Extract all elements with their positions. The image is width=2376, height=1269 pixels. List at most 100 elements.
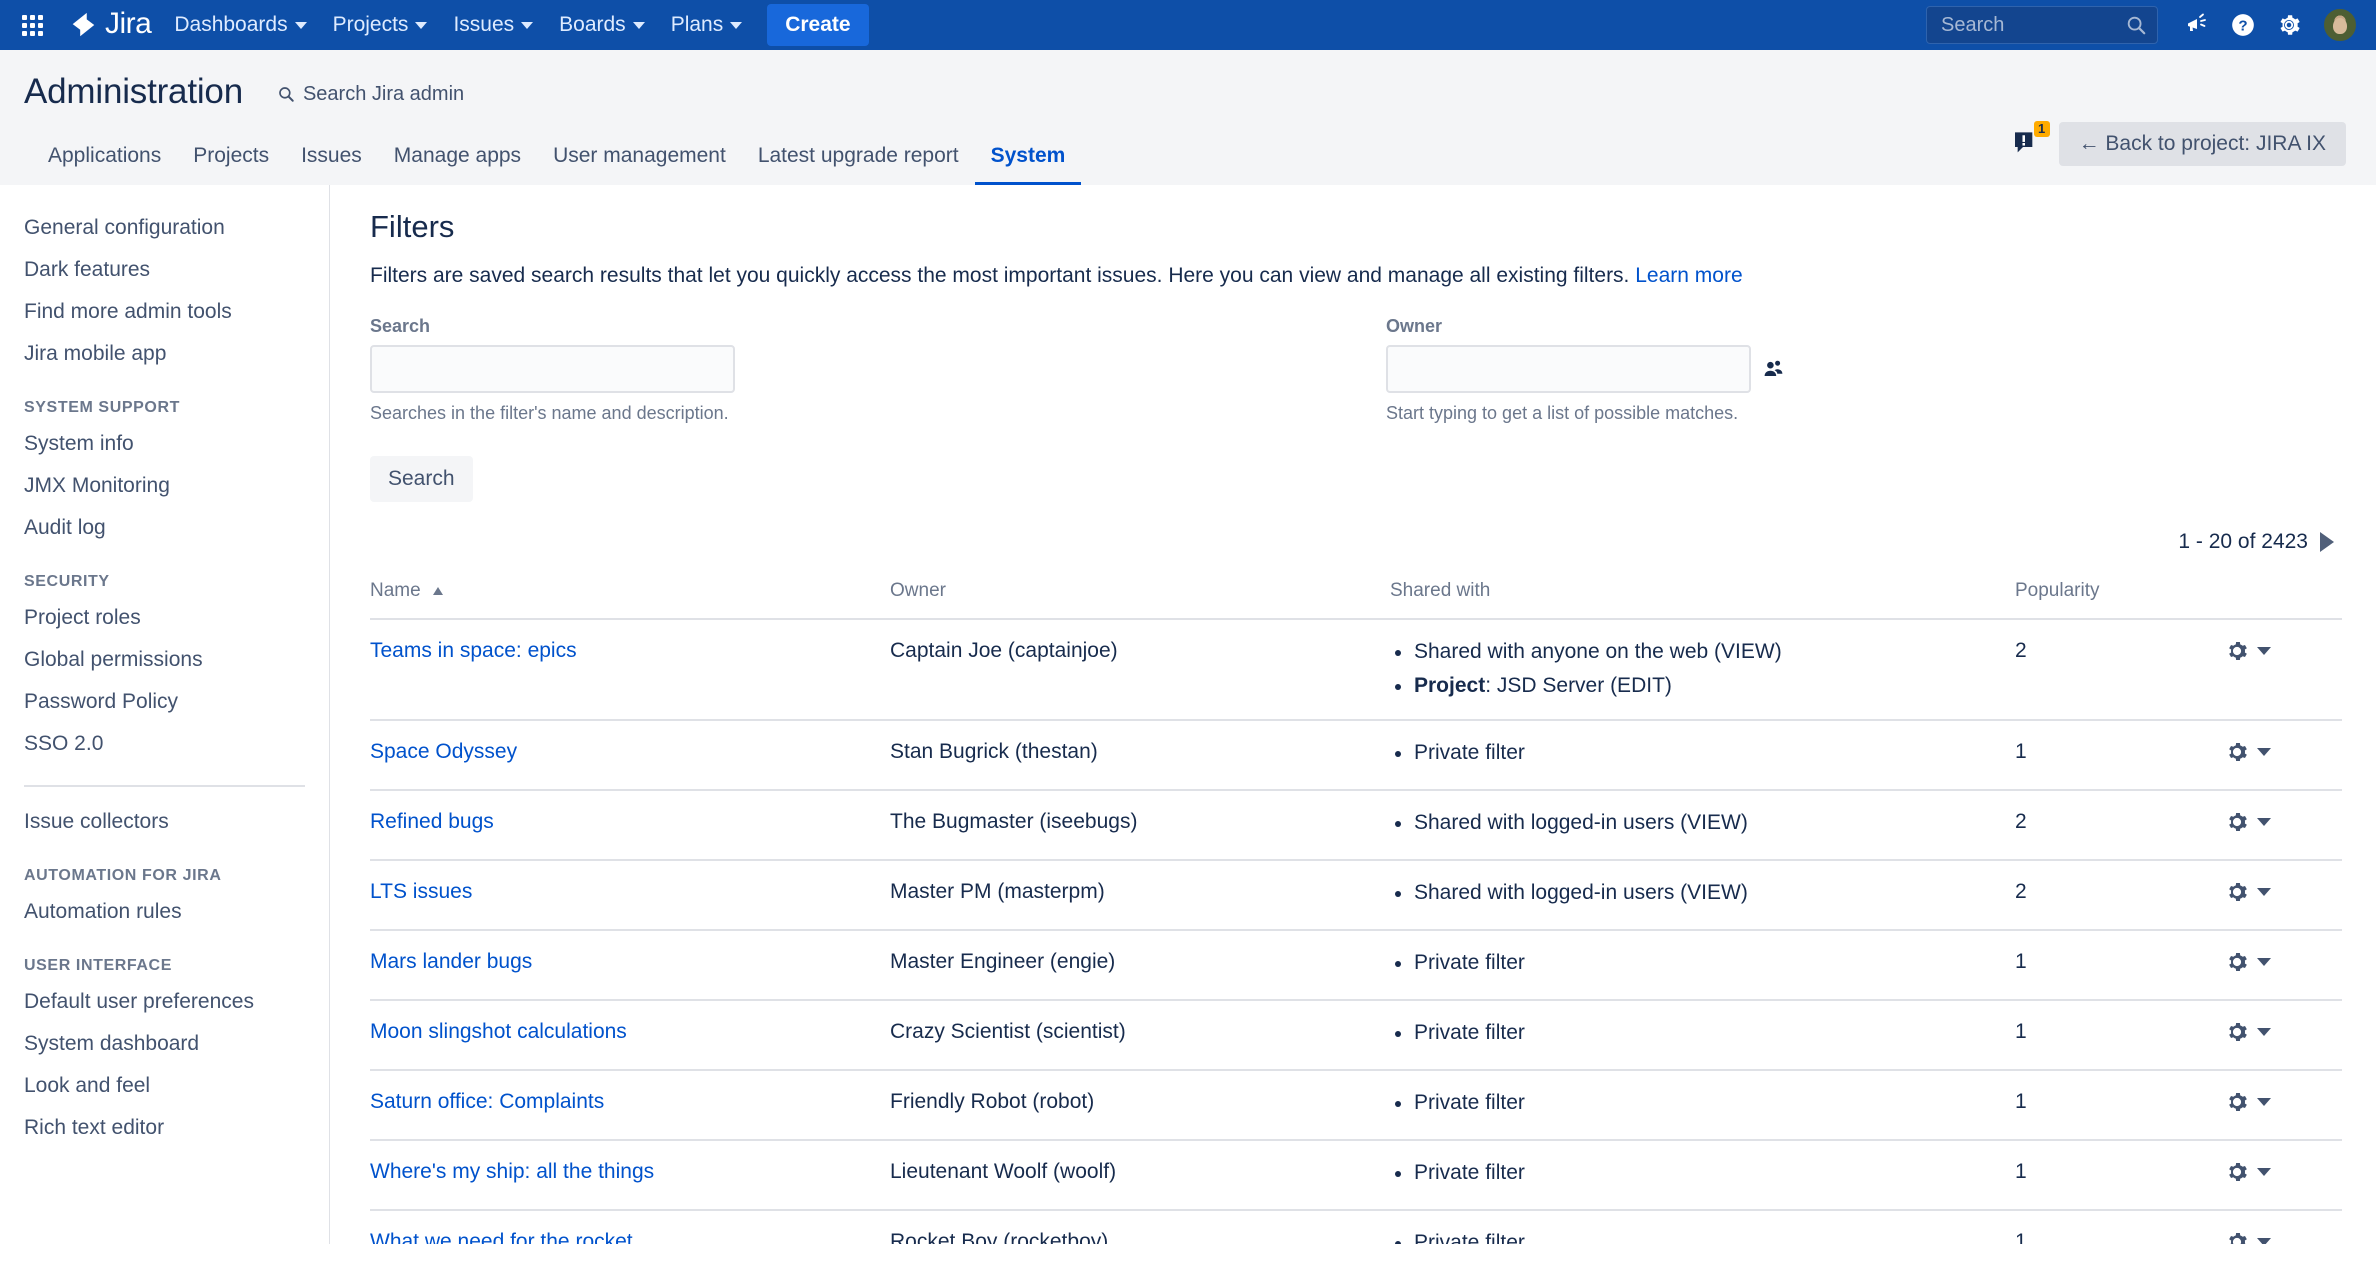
sidebar-item-audit-log[interactable]: Audit log — [0, 507, 329, 549]
next-page-button[interactable] — [2320, 532, 2334, 552]
row-actions-menu[interactable] — [2225, 810, 2271, 834]
row-actions-menu[interactable] — [2225, 1160, 2271, 1184]
notifications-button[interactable]: 1 — [2011, 127, 2045, 161]
tab-manage-apps[interactable]: Manage apps — [378, 140, 537, 185]
tab-user-management[interactable]: User management — [537, 140, 742, 185]
jira-logo[interactable]: Jira — [68, 10, 151, 40]
row-actions-menu[interactable] — [2225, 1230, 2271, 1245]
filter-name-link[interactable]: LTS issues — [370, 880, 472, 903]
shared-with-item: Project: JSD Server (EDIT) — [1390, 673, 2015, 699]
column-header-name[interactable]: Name — [370, 580, 890, 619]
column-header-popularity[interactable]: Popularity — [2015, 580, 2225, 619]
search-field-group: Search Searches in the filter's name and… — [370, 316, 1386, 424]
help-button[interactable]: ? — [2222, 4, 2264, 46]
sidebar-item-jmx-monitoring[interactable]: JMX Monitoring — [0, 465, 329, 507]
sidebar-item-global-permissions[interactable]: Global permissions — [0, 639, 329, 681]
row-actions-menu[interactable] — [2225, 740, 2271, 764]
table-row: LTS issuesMaster PM (masterpm)Shared wit… — [370, 860, 2342, 930]
sidebar-heading-user-interface: USER INTERFACE — [0, 933, 329, 981]
cell-actions — [2225, 720, 2342, 790]
user-avatar[interactable] — [2322, 7, 2358, 43]
sidebar-item-dark-features[interactable]: Dark features — [0, 249, 329, 291]
sidebar-item-general-configuration[interactable]: General configuration — [0, 207, 329, 249]
sidebar-item-automation-rules[interactable]: Automation rules — [0, 891, 329, 933]
row-actions-menu[interactable] — [2225, 1020, 2271, 1044]
row-actions-menu[interactable] — [2225, 880, 2271, 904]
row-actions-menu[interactable] — [2225, 639, 2271, 663]
chevron-down-icon — [2257, 958, 2271, 966]
nav-label: Projects — [333, 13, 409, 37]
settings-button[interactable] — [2268, 4, 2310, 46]
cell-filter-name: Moon slingshot calculations — [370, 1000, 890, 1070]
filter-name-link[interactable]: Refined bugs — [370, 810, 494, 833]
cell-filter-name: Refined bugs — [370, 790, 890, 860]
global-navigation-bar: Jira Dashboards Projects Issues Boards P… — [0, 0, 2376, 50]
cell-owner: Master Engineer (engie) — [890, 930, 1390, 1000]
cell-owner: The Bugmaster (iseebugs) — [890, 790, 1390, 860]
tab-system[interactable]: System — [975, 140, 1082, 185]
create-button[interactable]: Create — [767, 4, 868, 46]
admin-search-input[interactable]: Search Jira admin — [277, 83, 464, 106]
sidebar-item-look-and-feel[interactable]: Look and feel — [0, 1065, 329, 1107]
filter-name-link[interactable]: Moon slingshot calculations — [370, 1020, 627, 1043]
back-to-project-button[interactable]: ← Back to project: JIRA IX — [2059, 122, 2346, 166]
sidebar-item-issue-collectors[interactable]: Issue collectors — [0, 801, 329, 843]
cell-shared-with: Shared with anyone on the web (VIEW)Proj… — [1390, 619, 2015, 720]
filter-name-link[interactable]: Mars lander bugs — [370, 950, 532, 973]
cell-owner: Stan Bugrick (thestan) — [890, 720, 1390, 790]
sidebar-item-system-dashboard[interactable]: System dashboard — [0, 1023, 329, 1065]
sidebar-item-system-info[interactable]: System info — [0, 423, 329, 465]
search-input[interactable] — [370, 345, 735, 393]
column-header-shared-with[interactable]: Shared with — [1390, 580, 2015, 619]
search-field-hint: Searches in the filter's name and descri… — [370, 403, 1386, 424]
sidebar-item-rich-text-editor[interactable]: Rich text editor — [0, 1107, 329, 1149]
cell-filter-name: LTS issues — [370, 860, 890, 930]
svg-text:?: ? — [2238, 17, 2247, 34]
chevron-down-icon — [2257, 647, 2271, 655]
tab-projects[interactable]: Projects — [177, 140, 285, 185]
nav-item-dashboards[interactable]: Dashboards — [161, 4, 319, 46]
shared-with-item: Private filter — [1390, 950, 2015, 976]
cell-owner: Captain Joe (captainjoe) — [890, 619, 1390, 720]
filter-name-link[interactable]: Where's my ship: all the things — [370, 1160, 654, 1183]
table-row: Teams in space: epics Captain Joe (captai… — [370, 619, 2342, 720]
filter-name-link[interactable]: Space Odyssey — [370, 740, 517, 763]
sidebar-heading-automation-for-jira: AUTOMATION FOR JIRA — [0, 843, 329, 891]
sidebar-heading-system-support: SYSTEM SUPPORT — [0, 375, 329, 423]
global-search-input[interactable]: Search — [1926, 6, 2158, 44]
row-actions-menu[interactable] — [2225, 1090, 2271, 1114]
tab-applications[interactable]: Applications — [48, 140, 177, 185]
sidebar-item-sso-2-0[interactable]: SSO 2.0 — [0, 723, 329, 765]
sidebar-item-default-user-preferences[interactable]: Default user preferences — [0, 981, 329, 1023]
search-submit-button[interactable]: Search — [370, 456, 473, 502]
owner-input[interactable] — [1386, 345, 1751, 393]
nav-item-plans[interactable]: Plans — [658, 4, 756, 46]
sidebar-item-jira-mobile-app[interactable]: Jira mobile app — [0, 333, 329, 375]
cell-shared-with: Private filter — [1390, 1210, 2015, 1245]
app-switcher-icon[interactable] — [10, 3, 54, 47]
search-icon — [2125, 14, 2147, 36]
people-picker-icon[interactable] — [1761, 357, 1787, 381]
cell-popularity: 2 — [2015, 619, 2225, 720]
tab-issues[interactable]: Issues — [285, 140, 378, 185]
shared-with-list: Private filter — [1390, 1020, 2015, 1046]
nav-item-projects[interactable]: Projects — [320, 4, 441, 46]
shared-with-list: Shared with anyone on the web (VIEW)Proj… — [1390, 639, 2015, 700]
filter-name-link[interactable]: Teams in space: epics — [370, 639, 577, 662]
nav-item-boards[interactable]: Boards — [546, 4, 658, 46]
column-header-owner[interactable]: Owner — [890, 580, 1390, 619]
announcements-button[interactable] — [2176, 4, 2218, 46]
filter-name-link[interactable]: Saturn office: Complaints — [370, 1090, 604, 1113]
sidebar-item-find-more-admin-tools[interactable]: Find more admin tools — [0, 291, 329, 333]
cell-popularity: 1 — [2015, 930, 2225, 1000]
filter-name-link[interactable]: What we need for the rocket — [370, 1230, 633, 1245]
cell-filter-name: What we need for the rocket — [370, 1210, 890, 1245]
row-actions-menu[interactable] — [2225, 950, 2271, 974]
nav-item-issues[interactable]: Issues — [440, 4, 546, 46]
learn-more-link[interactable]: Learn more — [1635, 264, 1742, 287]
cell-popularity: 1 — [2015, 720, 2225, 790]
sidebar-item-project-roles[interactable]: Project roles — [0, 597, 329, 639]
sidebar-item-password-policy[interactable]: Password Policy — [0, 681, 329, 723]
filters-page-content: Filters Filters are saved search results… — [330, 185, 2376, 1244]
tab-latest-upgrade-report[interactable]: Latest upgrade report — [742, 140, 975, 185]
